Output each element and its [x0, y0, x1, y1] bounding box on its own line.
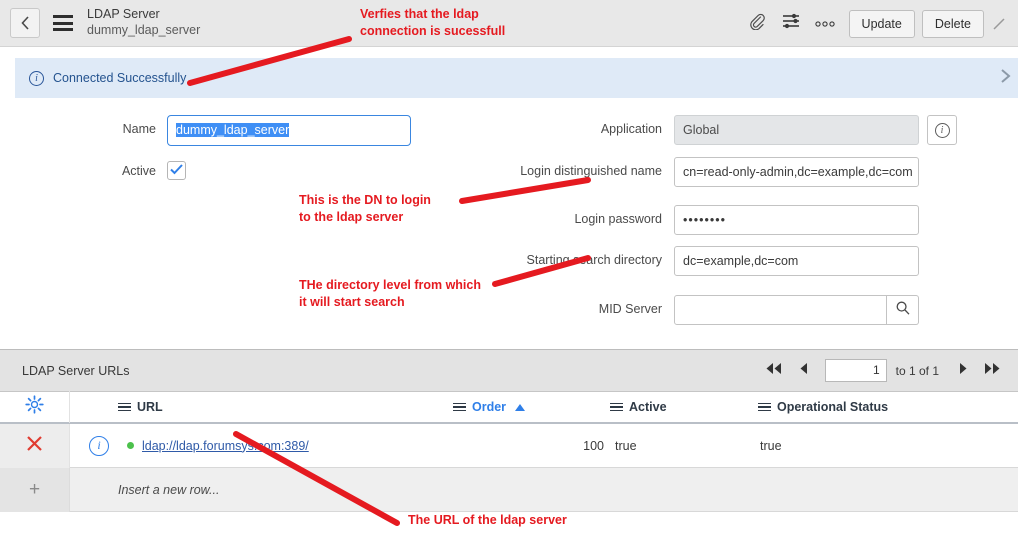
info-circle-icon: i: [29, 70, 44, 86]
status-banner-text: Connected Successfully: [53, 71, 187, 85]
active-checkbox[interactable]: [167, 161, 186, 180]
column-header-order[interactable]: Order: [453, 400, 526, 414]
pagination-prev-button[interactable]: [789, 358, 819, 384]
row-order-value: 100: [583, 438, 604, 453]
magnifier-icon: [895, 300, 911, 321]
double-left-icon: [764, 362, 784, 380]
row-status-dot: [127, 442, 134, 449]
attachment-button[interactable]: [740, 7, 774, 41]
column-header-operational-status[interactable]: Operational Status: [758, 400, 888, 414]
personalize-button[interactable]: [774, 7, 808, 41]
related-list-title: LDAP Server URLs: [22, 363, 130, 378]
row-info-button[interactable]: i: [89, 435, 109, 456]
related-list-section: LDAP Server URLs 1 to 1 of 1 URL Order A…: [0, 349, 1018, 512]
gear-icon: [25, 395, 44, 419]
starting-directory-input[interactable]: dc=example,dc=com: [674, 246, 919, 276]
login-password-input[interactable]: ••••••••: [674, 205, 919, 235]
column-menu-icon: [758, 402, 771, 412]
column-menu-icon: [118, 402, 131, 412]
field-name-label: Name: [122, 122, 156, 136]
ldap-server-form-page: LDAP Server dummy_ldap_server Update Del…: [0, 0, 1018, 545]
field-application-label: Application: [600, 122, 662, 136]
application-input: Global: [674, 115, 919, 145]
column-header-operational-status-label: Operational Status: [777, 400, 889, 414]
pagination-page-input[interactable]: 1: [824, 359, 887, 382]
related-list-header: LDAP Server URLs 1 to 1 of 1: [0, 349, 1018, 392]
insert-new-row-label: Insert a new row...: [118, 482, 220, 497]
insert-new-row[interactable]: + Insert a new row...: [0, 467, 1018, 512]
column-header-active[interactable]: Active: [610, 400, 667, 414]
annotation-3: THe directory level from which it will s…: [299, 278, 481, 309]
row-operational-status-value: true: [760, 438, 782, 453]
column-header-url[interactable]: URL: [118, 400, 163, 414]
name-input-value: dummy_ldap_server: [176, 123, 290, 137]
table-row: i ldap://ldap.forumsys.com:389/ 100 true…: [0, 423, 1018, 468]
checkmark-icon: [170, 162, 183, 180]
field-application: Application Global i: [520, 115, 957, 145]
application-info-button[interactable]: i: [927, 115, 957, 145]
update-button[interactable]: Update: [848, 9, 915, 38]
row-active-value: true: [615, 438, 637, 453]
column-menu-icon: [453, 402, 466, 412]
chevron-left-icon: [20, 16, 30, 30]
table-header-row: URL Order Active Operational Status: [0, 391, 1018, 424]
back-button[interactable]: [10, 8, 40, 38]
plus-icon[interactable]: +: [0, 467, 70, 512]
page-title-main: LDAP Server: [87, 7, 160, 22]
more-options-button[interactable]: [808, 7, 842, 41]
pagination-last-button[interactable]: [978, 358, 1008, 384]
field-login-dn-label: Login distinguished name: [520, 164, 662, 178]
field-login-password-label: Login password: [574, 212, 662, 226]
login-dn-input[interactable]: cn=read-only-admin,dc=example,dc=com: [674, 157, 919, 187]
page-title: LDAP Server dummy_ldap_server: [87, 7, 200, 38]
mid-server-lookup-group: [674, 295, 919, 325]
column-header-order-label: Order: [472, 400, 507, 414]
mid-server-input[interactable]: [674, 295, 887, 325]
header-actions: Update Delete: [740, 0, 1010, 47]
column-header-active-label: Active: [629, 400, 667, 414]
pagination-controls: 1 to 1 of 1: [759, 358, 1008, 384]
annotation-2: This is the DN to login to the ldap serv…: [299, 193, 431, 224]
field-login-password: Login password ••••••••: [520, 205, 919, 235]
more-options-icon: [814, 15, 836, 33]
field-name: Name dummy_ldap_server: [100, 115, 411, 146]
field-active: Active: [100, 157, 186, 180]
page-header: LDAP Server dummy_ldap_server Update Del…: [0, 0, 1018, 47]
field-starting-directory-label: Starting search directory: [526, 253, 662, 267]
right-icon: [957, 362, 969, 380]
close-x-icon: [26, 435, 43, 457]
row-url-link[interactable]: ldap://ldap.forumsys.com:389/: [142, 439, 309, 453]
left-icon: [798, 362, 810, 380]
row-delete-button[interactable]: [0, 423, 70, 468]
status-banner: i Connected Successfully: [15, 58, 1018, 98]
column-header-url-label: URL: [137, 400, 163, 414]
name-input[interactable]: dummy_ldap_server: [167, 115, 411, 146]
mid-server-lookup-button[interactable]: [887, 295, 919, 325]
list-settings-button[interactable]: [0, 391, 70, 423]
banner-collapse-button[interactable]: [994, 67, 1016, 89]
info-circle-icon: i: [934, 122, 950, 138]
chevron-right-icon: [999, 68, 1012, 89]
pagination-range-text: to 1 of 1: [895, 363, 939, 378]
pagination-first-button[interactable]: [759, 358, 789, 384]
annotation-1: Verfies that the ldap connection is suce…: [360, 7, 506, 38]
hamburger-menu-icon[interactable]: [53, 15, 73, 31]
field-mid-server: MID Server: [520, 295, 919, 325]
field-mid-server-label: MID Server: [598, 302, 662, 316]
page-title-sub: dummy_ldap_server: [87, 23, 201, 37]
paperclip-icon: [748, 12, 766, 35]
form-section: Name dummy_ldap_server Active Applicatio…: [0, 105, 1018, 340]
double-right-icon: [983, 362, 1003, 380]
sort-ascending-icon: [515, 403, 526, 411]
annotation-4: The URL of the ldap server: [408, 513, 567, 527]
field-starting-directory: Starting search directory dc=example,dc=…: [520, 246, 919, 276]
column-menu-icon: [610, 402, 623, 412]
pagination-next-button[interactable]: [948, 358, 978, 384]
delete-button[interactable]: Delete: [921, 9, 984, 38]
header-expand-handle[interactable]: [988, 0, 1010, 47]
sliders-icon: [781, 12, 801, 35]
field-active-label: Active: [121, 164, 156, 178]
field-login-dn: Login distinguished name cn=read-only-ad…: [520, 157, 919, 187]
